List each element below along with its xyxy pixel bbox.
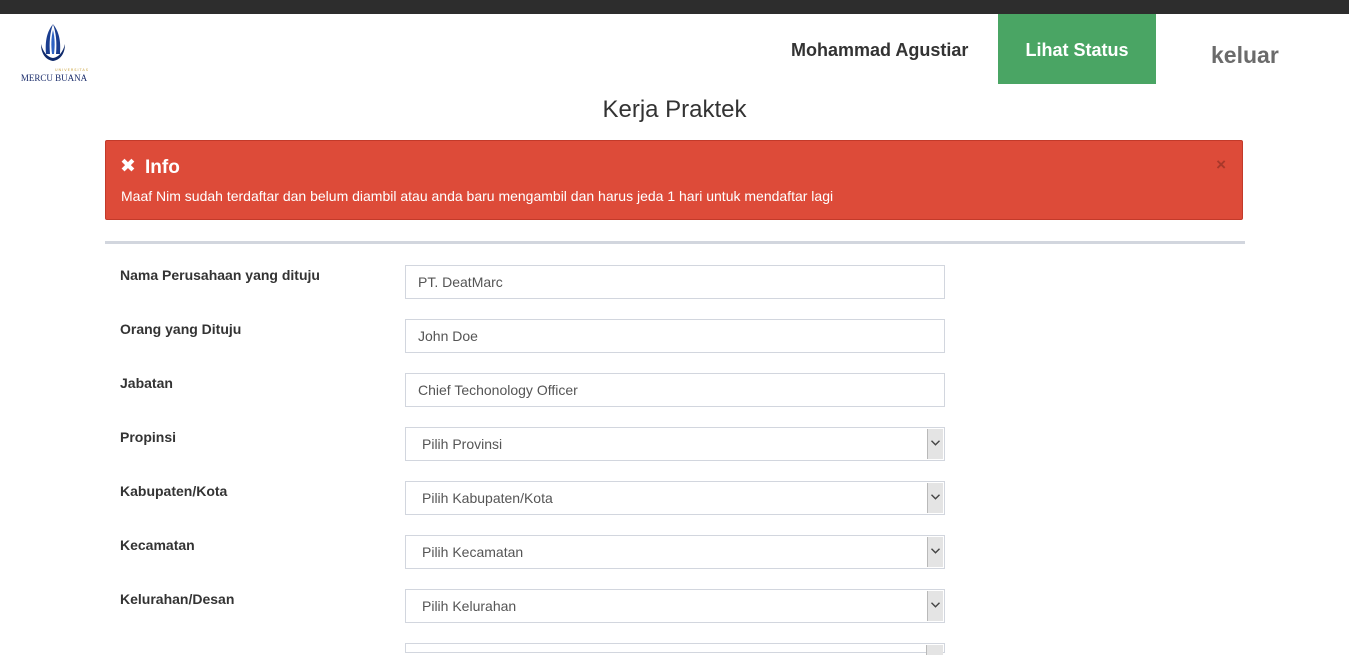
- district-value: Pilih Kecamatan: [422, 544, 524, 560]
- person-value: John Doe: [418, 328, 478, 344]
- chevron-down-icon[interactable]: [927, 591, 943, 621]
- site-header: UNIVERSITAS MERCU BUANA Mohammad Agustia…: [0, 14, 1349, 84]
- page-title: Kerja Praktek: [602, 96, 747, 123]
- chevron-down-icon[interactable]: [927, 537, 943, 567]
- user-name: Mohammad Agustiar: [791, 40, 969, 60]
- next-select-partial[interactable]: [405, 643, 945, 655]
- form-row-city: Kabupaten/Kota Pilih Kabupaten/Kota: [0, 481, 1349, 521]
- city-label: Kabupaten/Kota: [120, 483, 228, 499]
- company-value: PT. DeatMarc: [418, 274, 503, 290]
- form-row-company: Nama Perusahaan yang dituju PT. DeatMarc: [0, 265, 1349, 305]
- position-value: Chief Techonology Officer: [418, 382, 578, 398]
- close-icon[interactable]: ×: [1216, 155, 1226, 175]
- form-row-person: Orang yang Dituju John Doe: [0, 319, 1349, 359]
- form-row-province: Propinsi Pilih Provinsi: [0, 427, 1349, 467]
- person-input[interactable]: John Doe: [405, 319, 945, 353]
- form-row-position: Jabatan Chief Techonology Officer: [0, 373, 1349, 413]
- district-label: Kecamatan: [120, 537, 195, 553]
- divider: [105, 241, 1245, 244]
- company-label: Nama Perusahaan yang dituju: [120, 267, 320, 283]
- university-logo[interactable]: UNIVERSITAS MERCU BUANA: [18, 24, 90, 84]
- city-value: Pilih Kabupaten/Kota: [422, 490, 553, 506]
- company-input[interactable]: PT. DeatMarc: [405, 265, 945, 299]
- logo-subtext: UNIVERSITAS: [55, 68, 89, 72]
- province-label: Propinsi: [120, 429, 177, 445]
- info-alert: ✖ Info × Maaf Nim sudah terdaftar dan be…: [105, 140, 1243, 220]
- district-select[interactable]: Pilih Kecamatan: [405, 535, 945, 569]
- browser-top-bar: [0, 0, 1349, 14]
- form-row-district: Kecamatan Pilih Kecamatan: [0, 535, 1349, 575]
- city-select[interactable]: Pilih Kabupaten/Kota: [405, 481, 945, 515]
- province-value: Pilih Provinsi: [422, 436, 503, 452]
- form-row-village: Kelurahan/Desan Pilih Kelurahan: [0, 589, 1349, 629]
- logout-link[interactable]: keluar: [1211, 42, 1279, 69]
- position-label: Jabatan: [120, 375, 173, 391]
- error-x-icon: ✖: [120, 156, 136, 177]
- person-label: Orang yang Dituju: [120, 321, 242, 337]
- alert-title: Info: [145, 157, 180, 178]
- village-label: Kelurahan/Desan: [120, 591, 235, 607]
- alert-message: Maaf Nim sudah terdaftar dan belum diamb…: [121, 188, 834, 204]
- chevron-down-icon[interactable]: [927, 429, 943, 459]
- chevron-down-icon[interactable]: [927, 483, 943, 513]
- village-value: Pilih Kelurahan: [422, 598, 517, 614]
- village-select[interactable]: Pilih Kelurahan: [405, 589, 945, 623]
- lihat-status-button[interactable]: Lihat Status: [998, 14, 1156, 84]
- logo-text: MERCU BUANA: [20, 73, 88, 83]
- province-select[interactable]: Pilih Provinsi: [405, 427, 945, 461]
- logo-flame-icon: [41, 24, 65, 61]
- position-input[interactable]: Chief Techonology Officer: [405, 373, 945, 407]
